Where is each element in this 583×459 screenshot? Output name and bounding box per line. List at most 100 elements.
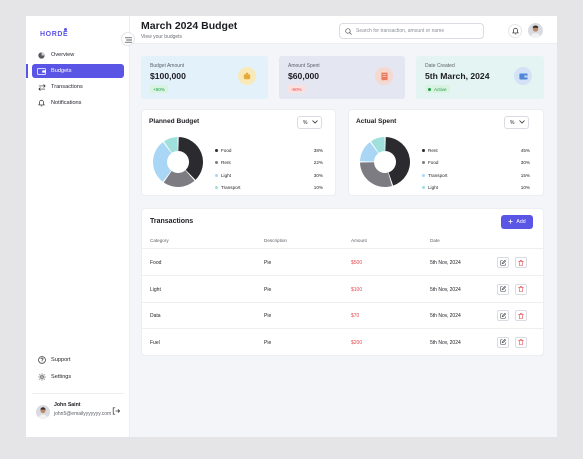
sidebar-item-notifications[interactable]: Notifications <box>32 96 124 110</box>
stat-value: $60,000 <box>288 71 320 81</box>
column-header[interactable]: Date <box>430 238 440 243</box>
header-avatar[interactable] <box>528 23 543 38</box>
column-header[interactable]: Category <box>150 238 169 243</box>
add-button-label: Add <box>516 219 526 225</box>
chevron-down-icon <box>519 119 526 126</box>
legend-label: Food <box>221 147 232 153</box>
cell-amount: $100 <box>351 286 363 293</box>
brand-logo[interactable]: HORDE <box>40 31 68 38</box>
legend-item: Rent 22% <box>215 157 323 170</box>
top-header: March 2024 Budget View your budgets Sear… <box>130 16 557 44</box>
stat-value: $100,000 <box>150 71 186 81</box>
logout-icon[interactable] <box>112 402 121 420</box>
cell-amount: $200 <box>351 339 363 346</box>
actual-donut-chart <box>360 137 410 187</box>
edit-button[interactable] <box>497 310 509 321</box>
legend-item: Light 30% <box>215 169 323 182</box>
money-bag-icon <box>238 67 256 85</box>
page-subtitle: View your budgets <box>141 34 183 40</box>
cell-amount: $70 <box>351 313 360 319</box>
app-window: HORDE Overview Budgets Transactions Noti… <box>26 16 557 437</box>
add-transaction-button[interactable]: Add <box>501 215 533 229</box>
user-avatar[interactable] <box>36 405 50 419</box>
trash-icon <box>518 286 524 292</box>
legend-value: 38% <box>313 147 323 153</box>
cell-date: 5th Nov, 2024 <box>430 286 461 293</box>
badge-label: Active <box>434 86 447 92</box>
cell-category: Light <box>150 286 161 293</box>
help-icon <box>37 356 46 365</box>
transfer-icon <box>37 83 46 92</box>
search-icon <box>345 22 352 40</box>
donut-slice-food[interactable] <box>360 162 393 187</box>
legend-label: Transport <box>428 172 448 178</box>
legend-item: Light 10% <box>422 182 530 195</box>
wallet-icon <box>37 67 46 76</box>
sidebar-item-label: Overview <box>51 52 75 58</box>
legend-label: Light <box>221 172 231 178</box>
trash-icon <box>518 339 524 345</box>
menu-icon <box>124 30 132 48</box>
delete-button[interactable] <box>515 336 527 348</box>
sidebar-toggle-button[interactable] <box>121 32 135 46</box>
search-input[interactable]: Search for transaction, amount or name <box>339 23 484 39</box>
stat-label: Amount Spent <box>288 63 320 69</box>
sidebar: HORDE Overview Budgets Transactions Noti… <box>26 16 130 437</box>
dropdown-value: % <box>303 119 308 126</box>
legend-label: Light <box>428 185 438 191</box>
table-row: Light Pie $100 5th Nov, 2024 <box>142 277 543 303</box>
status-badge: +90% <box>150 85 168 93</box>
legend-value: 45% <box>520 147 530 153</box>
actual-legend: Rent 45% Food 30% Transport 15% Light 10% <box>422 144 530 194</box>
delete-button[interactable] <box>515 310 527 321</box>
legend-swatch <box>215 173 218 177</box>
search-placeholder: Search for transaction, amount or name <box>356 28 445 34</box>
legend-item: Food 30% <box>422 157 530 170</box>
cell-category: Data <box>150 313 161 319</box>
notifications-button[interactable] <box>508 24 522 38</box>
legend-swatch <box>422 186 425 190</box>
wallet-card-icon <box>514 67 532 85</box>
legend-value: 10% <box>313 185 323 191</box>
legend-swatch <box>422 148 425 152</box>
stat-label: Date Created <box>425 63 455 69</box>
sidebar-item-support[interactable]: Support <box>32 353 124 367</box>
cell-description: Pie <box>264 313 272 319</box>
cell-description: Pie <box>264 286 272 293</box>
sidebar-item-label: Settings <box>51 374 72 380</box>
panel-title: Actual Spent <box>356 118 397 125</box>
legend-label: Food <box>428 160 439 166</box>
cell-date: 5th Nov, 2024 <box>430 313 461 319</box>
sidebar-item-settings[interactable]: Settings <box>32 370 124 384</box>
sidebar-item-budgets[interactable]: Budgets <box>32 64 124 78</box>
legend-value: 30% <box>520 160 530 166</box>
sidebar-item-overview[interactable]: Overview <box>32 48 124 62</box>
chart-unit-dropdown[interactable]: % <box>297 116 322 129</box>
actual-spent-panel: Actual Spent % Rent 45% Food 30% Transport 15… <box>348 109 544 196</box>
stat-card-date-created: Date Created 5th March, 2024 Active <box>416 56 544 99</box>
logo-dot <box>64 28 67 31</box>
cell-description: Pie <box>264 260 272 266</box>
sidebar-item-transactions[interactable]: Transactions <box>32 80 124 94</box>
sidebar-item-label: Budgets <box>51 68 72 74</box>
sidebar-item-label: Transactions <box>51 84 83 90</box>
table-row: Data Pie $70 5th Nov, 2024 <box>142 303 543 329</box>
chart-unit-dropdown[interactable]: % <box>504 116 529 129</box>
legend-value: 15% <box>520 172 530 178</box>
column-header[interactable]: Description <box>264 238 287 243</box>
trash-icon <box>518 312 524 319</box>
edit-button[interactable] <box>497 283 509 295</box>
edit-icon <box>500 259 506 266</box>
edit-icon <box>500 312 506 319</box>
edit-button[interactable] <box>497 336 509 348</box>
cell-amount: $500 <box>351 260 363 266</box>
trash-icon <box>518 259 524 266</box>
stat-label: Budget Amount <box>150 63 185 69</box>
delete-button[interactable] <box>515 283 527 295</box>
receipt-icon <box>375 67 393 85</box>
legend-swatch <box>215 186 218 190</box>
status-badge: Active <box>425 85 450 93</box>
column-header[interactable]: Amount <box>351 238 367 243</box>
edit-button[interactable] <box>497 257 509 268</box>
delete-button[interactable] <box>515 257 527 268</box>
